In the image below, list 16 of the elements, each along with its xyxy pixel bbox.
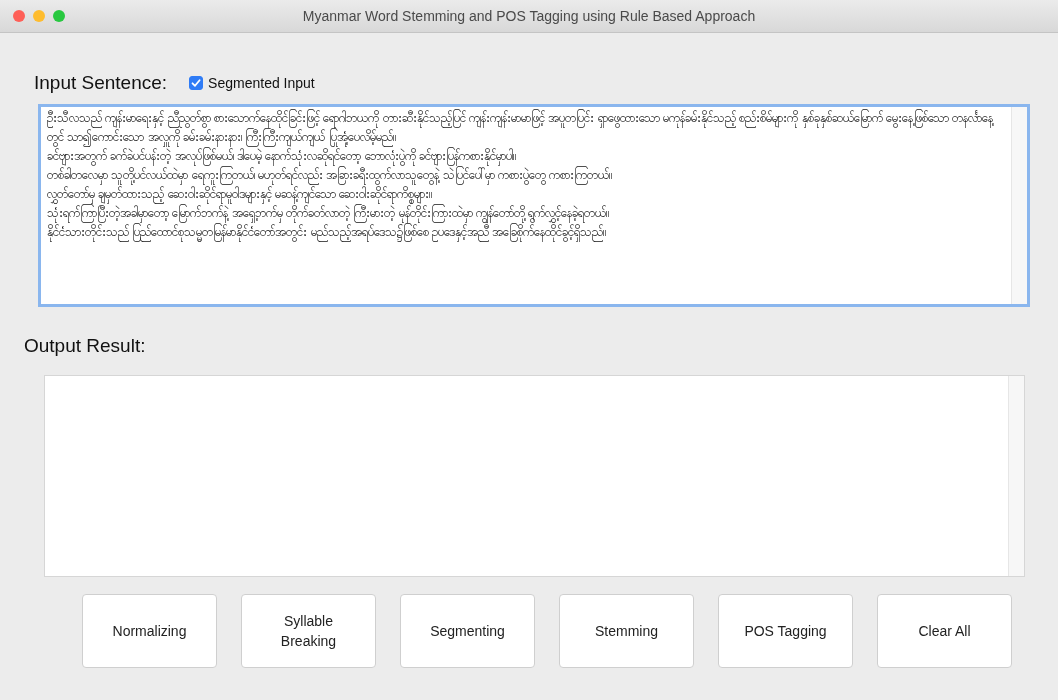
- segmented-checkbox[interactable]: Segmented Input: [189, 75, 315, 91]
- action-button[interactable]: Syllable Breaking: [241, 594, 376, 668]
- action-button[interactable]: Stemming: [559, 594, 694, 668]
- output-field[interactable]: [44, 375, 1025, 577]
- action-button[interactable]: Segmenting: [400, 594, 535, 668]
- action-button[interactable]: POS Tagging: [718, 594, 853, 668]
- close-icon[interactable]: [13, 10, 25, 22]
- zoom-icon[interactable]: [53, 10, 65, 22]
- window-title: Myanmar Word Stemming and POS Tagging using Rule Based Approach: [302, 8, 756, 24]
- checkbox-icon[interactable]: [189, 76, 204, 90]
- action-button[interactable]: Normalizing: [82, 594, 217, 668]
- action-button[interactable]: Clear All: [877, 594, 1012, 668]
- minimize-icon[interactable]: [33, 10, 45, 22]
- input-field[interactable]: ဦးသီလသည် ကျန်းမာရေးနှင့် ညီညွတ်စွာ စားသောက်နေထိုင်ခြင်းဖြင့် ရောဂါဘယကို တားဆီးနိုင်သည့်ပြင် ကျန်းကျန်းမာမာဖြင့် အပူတပြင်း ရှာဖွေထားသော မကုန်ခမ်းနိုင်သည့် စည်းစိမ်များကို နှစ်ခုနှစ်ဆယ်မြောက် မွေးနေ့ဖြစ်သော တနင်္လာနေ့တွင် သာ၍ကောင်းသော အလှူကို ခမ်းခမ်းနားနား၊ ကြီးကြီးကျယ်ကျယ် ပြုအုံ့ပေလိမ့်မည်။ ခင်ဗျားအတွက် ခက်ခဲပင်ပန်းတဲ့ အလုပ်ဖြစ်မယ်၊ ဒါပေမဲ့ နောက်သုံးလဆိုရင်တော့ ဘောလုံးပွဲကို ခင်ဗျားပြန်ကစားနိုင်မှာပါ။ တစ်ခါတလေမှာ သူတို့ပင်လယ်ထဲမှာ ရေကူးကြတယ်၊ မဟုတ်ရင်လည်း အခြားခရီးထွက်လာသူတွေနဲ့ သဲပြင်ပေါ်မှာ ကစားပွဲတွေ ကစားကြတယ်။ လွှတ်တော်မှ ချမှတ်ထားသည့် ဆေးဝါးဆိုင်ရာမူဝါဒများနှင့် မဆန့်ကျင်သော ဆေးဝါးဆိုင်ရာကိစ္စများ။ သုံးရက်ကြာပြီးတဲ့အခါမှာတော့ မြောက်ဘက်နဲ့ အရှေ့ဘက်မှ တိုက်ခတ်လာတဲ့ ကြီးမားတဲ့ မုန်တိုင်းကြားထဲမှာ ကျွန်တော်တို့ ရွက်လွှင့်နေခဲ့ရတယ်။ နိုင်ငံသားတိုင်းသည် ပြည်ထောင်စုသမ္မတမြန်မာနိုင်ငံတော်အတွင်း မည်သည့်အရပ်ဒေသ၌ဖြစ်စေ ဥပဒေနှင့်အညီ အခြေစိုက်နေထိုင်ခွင့်ရှိသည်။: [38, 104, 1030, 307]
- input-label: Input Sentence:: [34, 72, 168, 94]
- output-label: Output Result:: [24, 335, 147, 357]
